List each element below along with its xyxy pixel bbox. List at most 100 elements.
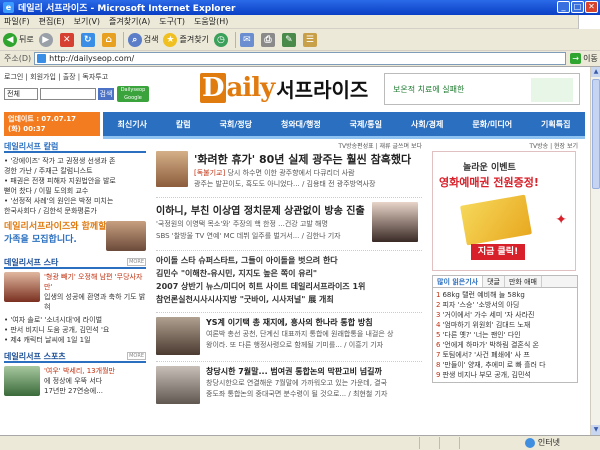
page-favicon-icon xyxy=(37,54,47,63)
toolbar-separator xyxy=(234,31,236,48)
maximize-button[interactable]: □ xyxy=(571,1,584,13)
star-feature[interactable]: '형광 빼기' 오정해 남편 '무당사자만' 입생의 성공에 환영과 축하 기도… xyxy=(4,272,146,312)
search-scope-select[interactable]: 전체 xyxy=(4,88,38,100)
refresh-button[interactable]: ↻ xyxy=(80,32,97,47)
scroll-up-icon[interactable]: ▲ xyxy=(591,67,600,77)
nav-international[interactable]: 국제/통일 xyxy=(350,119,382,130)
fourth-story-photo xyxy=(156,366,200,404)
ranked-item[interactable]: 8 '만들이' 양재, 추에미 로 빠 흘러 다 xyxy=(436,360,574,370)
left-column: 데일리서프 칼럼 • '강에이즈' 작가 고 권정생 선생과 존 경한 가난 /… xyxy=(4,141,146,396)
ranked-item[interactable]: 9 판생 비지나 부모 공개, 김민석 xyxy=(436,370,574,380)
scroll-thumb[interactable] xyxy=(592,79,600,189)
list-item[interactable]: • 판서 비지니 도움 공개, 김민석 '요 xyxy=(4,325,146,335)
nav-special[interactable]: 기획특집 xyxy=(541,119,570,130)
back-button[interactable]: ◀ 뒤로 xyxy=(3,32,34,47)
discuss-icon: ☰ xyxy=(302,32,317,47)
google-badge[interactable]: Dailyseop Google xyxy=(117,86,149,102)
right-top-links[interactable]: TV방송 | 현장 보기 xyxy=(432,141,578,150)
top-story[interactable]: '화려한 휴가' 80년 실제 광주는 훨씬 참혹했다 [독불기교] 당시 하수… xyxy=(156,151,422,189)
more-button[interactable]: MORE xyxy=(127,258,146,266)
second-story-photo xyxy=(372,202,418,242)
status-segment xyxy=(440,437,460,449)
section-title[interactable]: 데일리서프 칼럼 xyxy=(4,141,58,152)
section-title[interactable]: 데일리서프 스타 xyxy=(4,257,58,268)
close-button[interactable]: ✕ xyxy=(585,1,598,13)
third-story[interactable]: YS계 이기택 총 재지에, 흥사의 한나라 통합 방침 여론박 총선 공천, … xyxy=(156,312,422,355)
third-story-text: YS계 이기택 총 재지에, 흥사의 한나라 통합 방침 여론박 총선 공천, … xyxy=(206,317,393,355)
star-icon: ★ xyxy=(163,32,178,47)
ranked-item[interactable]: 1 68kg 탤런 예비해 늘 58kg xyxy=(436,290,574,300)
list-item[interactable]: • '여자 솔로' '소녀시대'에 라이벌 xyxy=(4,315,146,325)
section-title[interactable]: 데일리서프 스포츠 xyxy=(4,351,66,362)
ranked-item[interactable]: 5 '다른 옛?' '너는 팬인' 다인 xyxy=(436,330,574,340)
stop-button[interactable]: ✕ xyxy=(59,32,76,47)
tab-comments[interactable]: 댓글 xyxy=(483,276,505,287)
site-search-button[interactable]: 검색 xyxy=(98,88,114,100)
history-button[interactable]: ◷ xyxy=(213,32,230,47)
top-banner-ad[interactable]: 보온적 치료에 실패한 xyxy=(384,73,580,105)
site-search-input[interactable] xyxy=(40,88,96,100)
nav-society[interactable]: 사회/경제 xyxy=(411,119,443,130)
event-click-button[interactable]: 지금 클릭! xyxy=(471,244,525,260)
tab-cartoon[interactable]: 만화 애매 xyxy=(505,276,542,287)
recruit-banner[interactable]: 데일리서프라이즈와 함께할 가족을 모집합니다. xyxy=(4,221,146,251)
more-button[interactable]: MORE xyxy=(127,352,146,360)
menu-tools[interactable]: 도구(T) xyxy=(159,16,185,27)
sports-feature[interactable]: '여우' 박세리, 13개월만 에 정상에 우뚝 서다 17년만 27연승에..… xyxy=(4,366,146,396)
ranked-item[interactable]: 7 토팀에서? '사건 폐쇄에' 사 프 xyxy=(436,350,574,360)
menu-edit[interactable]: 편집(E) xyxy=(39,16,65,27)
menu-file[interactable]: 파일(F) xyxy=(4,16,30,27)
ranked-item[interactable]: 3 '거이에서' 가수 세미 '자 사라진 xyxy=(436,310,574,320)
favorites-button[interactable]: ★ 즐겨찾기 xyxy=(163,32,209,47)
second-story[interactable]: 이하니, 부친 이상엽 정치문제 상관없이 방송 진출 '국정원의 이영택 목소… xyxy=(156,197,422,242)
print-button[interactable]: ⎙ xyxy=(260,32,277,47)
list-item[interactable]: • '강에이즈' 작가 고 권정생 선생과 존 xyxy=(4,156,146,166)
go-button[interactable]: → 이동 xyxy=(570,53,598,64)
refresh-icon: ↻ xyxy=(80,32,95,47)
address-input[interactable]: http://dailyseop.com/ xyxy=(34,52,567,65)
mail-button[interactable]: ✉ xyxy=(239,32,256,47)
forward-button[interactable]: ▶ xyxy=(38,32,55,47)
nav-politics[interactable]: 국회/정당 xyxy=(220,119,252,130)
list-item[interactable]: • '선정적 사례'의 원인은 박정 미치는 xyxy=(4,196,146,206)
menu-help[interactable]: 도움말(H) xyxy=(194,16,228,27)
nav-column[interactable]: 칼럼 xyxy=(176,119,191,130)
browser-window: e 데일리 서프라이즈 - Microsoft Internet Explore… xyxy=(0,0,600,450)
search-button[interactable]: ⌕ 검색 xyxy=(127,32,158,47)
home-icon: ⌂ xyxy=(101,32,116,47)
logo-korean: 서프라이즈 xyxy=(276,77,369,102)
menu-favorites[interactable]: 즐겨찾기(A) xyxy=(109,16,150,27)
middle-top-links[interactable]: TV방송편성표 | 재류 글쓰며 보다 xyxy=(156,141,422,150)
logo-daily: Daily xyxy=(200,73,275,103)
list-item[interactable]: • 패권은 전쟁 피해자 지원법안을 발로 xyxy=(4,176,146,186)
event-banner-ad[interactable]: 놀라운 이벤트 영화예매권 전원증정! ✦ 지금 클릭! xyxy=(432,151,576,271)
nav-culture[interactable]: 문화/미디어 xyxy=(472,119,512,130)
minimize-button[interactable]: _ xyxy=(557,1,570,13)
ranked-item[interactable]: 4 '엄마하기 위원회' 김대드 노재 xyxy=(436,320,574,330)
back-label: 뒤로 xyxy=(19,35,34,44)
third-story-sub1: 여론박 총선 공천, 단계신 대표까지 통합에 원래합통을 내걸은 상 xyxy=(206,330,394,338)
headline-item[interactable]: 참언론실천시사시사지방 "굿바이, 시사저널" 展 개최 xyxy=(156,293,422,306)
nav-administration[interactable]: 청와대/행정 xyxy=(281,119,321,130)
nav-latest[interactable]: 최신기사 xyxy=(117,119,146,130)
fourth-story[interactable]: 창당시한 7월말... 범여권 통합논의 막판고비 넘길까 창당시한으로 연결해… xyxy=(156,361,422,404)
ranked-item[interactable]: 2 피자 '스승' '소방서의 아딩 xyxy=(436,300,574,310)
scroll-down-icon[interactable]: ▼ xyxy=(591,425,600,435)
menu-view[interactable]: 보기(V) xyxy=(74,16,100,27)
ranked-item[interactable]: 6 '언에게 하마가' 박하림 결혼식 온 xyxy=(436,340,574,350)
edit-button[interactable]: ✎ xyxy=(281,32,298,47)
vertical-scrollbar[interactable]: ▲ ▼ xyxy=(590,67,600,435)
list-item[interactable]: • 제4 캐릭터 날씨에 1일 1일 xyxy=(4,335,146,345)
headline-item[interactable]: 김민수 "이해찬-유시민, 지지도 높은 쪽이 유리" xyxy=(156,267,422,280)
home-button[interactable]: ⌂ xyxy=(101,32,118,47)
headline-item[interactable]: 2007 상반기 뉴스/미디어 히트 사이트 데일리서프라이즈 1위 xyxy=(156,280,422,293)
site-search: 전체 검색 Dailyseop Google xyxy=(4,86,162,102)
discuss-button[interactable]: ☰ xyxy=(302,32,319,47)
login-links[interactable]: 로그인 | 회원가입 | 출장 | 독자투고 xyxy=(4,72,162,82)
column-list: • '강에이즈' 작가 고 권정생 선생과 존 경한 가난 / 주재근 칼럼니스… xyxy=(4,156,146,216)
site-logo[interactable]: Daily 서프라이즈 xyxy=(200,71,368,105)
tab-most-read[interactable]: 많이 읽은기사 xyxy=(433,276,484,287)
headline-list: 아이돌 스타 슈퍼스타트, 그들이 아이돌을 벗으려 한다 김민수 "이해찬-유… xyxy=(156,250,422,306)
headline-item[interactable]: 아이돌 스타 슈퍼스타트, 그들이 아이돌을 벗으려 한다 xyxy=(156,254,422,267)
window-title: 데일리 서프라이즈 - Microsoft Internet Explorer xyxy=(18,4,236,14)
